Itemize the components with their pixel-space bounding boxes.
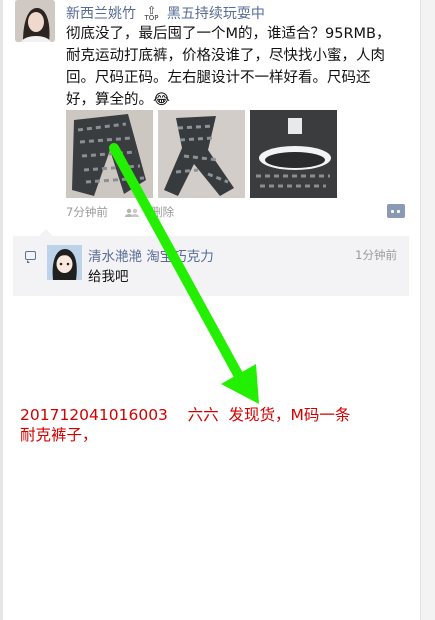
post-text: 彻底没了，最后囤了一个M的，谁适合？95RMB，耐克运动打底裤，价格没谁了，尽快…	[66, 26, 391, 108]
commenter-avatar[interactable]	[47, 245, 82, 280]
scrollbar-track[interactable]	[420, 0, 435, 620]
delete-link[interactable]: 删除	[151, 205, 174, 219]
handwritten-note: 201712041016003 六六 发现货，M码一条 耐克裤子，	[20, 405, 400, 445]
post-photo[interactable]	[158, 110, 245, 198]
note-line: 201712041016003 六六 发现货，M码一条	[20, 406, 351, 424]
comment-section: 清水滟滟 淘宝巧克力 1分钟前 给我吧	[13, 229, 409, 296]
comment-text[interactable]: 给我吧	[88, 265, 129, 285]
author-name[interactable]: 新西兰姚竹	[66, 6, 136, 22]
post-photo[interactable]	[250, 110, 337, 198]
screen-left-edge	[0, 0, 3, 620]
comment-button[interactable]	[387, 204, 405, 218]
feed-title[interactable]: 黑五持续玩耍中	[167, 6, 265, 22]
post-meta: 7分钟前 删除	[66, 204, 174, 220]
visibility-icon	[125, 208, 140, 217]
note-line: 耐克裤子，	[20, 426, 98, 444]
post-photo[interactable]	[66, 110, 153, 198]
top-pin-icon: ⇧ TOP	[144, 4, 159, 22]
comment-time: 1分钟前	[355, 248, 397, 262]
post-time: 7分钟前	[66, 205, 108, 219]
comment-icon	[25, 251, 36, 263]
post-header: 新西兰姚竹 ⇧ TOP 黑五持续玩耍中	[66, 3, 265, 23]
commenter-name[interactable]: 清水滟滟 淘宝巧克力	[88, 245, 214, 265]
author-avatar[interactable]	[15, 0, 55, 42]
